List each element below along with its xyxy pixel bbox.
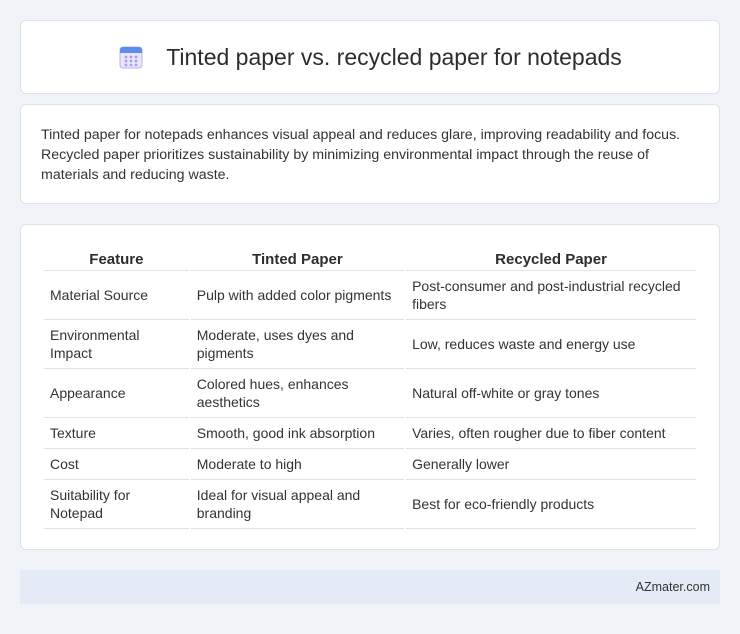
table-row: Environmental Impact Moderate, uses dyes… [44, 320, 696, 369]
cell-tinted: Ideal for visual appeal and branding [190, 480, 405, 529]
header-recycled-paper: Recycled Paper [406, 245, 696, 271]
footer: AZmater.com [20, 570, 720, 604]
cell-recycled: Best for eco-friendly products [406, 480, 696, 529]
header-feature: Feature [44, 245, 189, 271]
cell-feature: Appearance [44, 369, 189, 418]
table-row: Texture Smooth, good ink absorption Vari… [44, 418, 696, 449]
title-card: Tinted paper vs. recycled paper for note… [20, 20, 720, 94]
intro-card: Tinted paper for notepads enhances visua… [20, 104, 720, 204]
page-title: Tinted paper vs. recycled paper for note… [166, 43, 622, 70]
table-row: Cost Moderate to high Generally lower [44, 449, 696, 480]
cell-feature: Texture [44, 418, 189, 449]
cell-feature: Suitability for Notepad [44, 480, 189, 529]
cell-tinted: Smooth, good ink absorption [190, 418, 405, 449]
cell-recycled: Varies, often rougher due to fiber conte… [406, 418, 696, 449]
calendar-icon [118, 44, 144, 70]
cell-recycled: Low, reduces waste and energy use [406, 320, 696, 369]
table-row: Material Source Pulp with added color pi… [44, 271, 696, 320]
header-tinted-paper: Tinted Paper [190, 245, 405, 271]
table-header-row: Feature Tinted Paper Recycled Paper [44, 245, 696, 271]
table-row: Suitability for Notepad Ideal for visual… [44, 480, 696, 529]
cell-recycled: Natural off-white or gray tones [406, 369, 696, 418]
comparison-table-card: Feature Tinted Paper Recycled Paper Mate… [20, 224, 720, 550]
comparison-table: Feature Tinted Paper Recycled Paper Mate… [42, 245, 698, 529]
cell-feature: Material Source [44, 271, 189, 320]
cell-tinted: Moderate to high [190, 449, 405, 480]
cell-recycled: Generally lower [406, 449, 696, 480]
cell-feature: Cost [44, 449, 189, 480]
cell-tinted: Colored hues, enhances aesthetics [190, 369, 405, 418]
intro-text: Tinted paper for notepads enhances visua… [41, 127, 681, 183]
cell-tinted: Moderate, uses dyes and pigments [190, 320, 405, 369]
cell-recycled: Post-consumer and post-industrial recycl… [406, 271, 696, 320]
table-row: Appearance Colored hues, enhances aesthe… [44, 369, 696, 418]
cell-feature: Environmental Impact [44, 320, 189, 369]
footer-brand: AZmater.com [635, 580, 710, 594]
cell-tinted: Pulp with added color pigments [190, 271, 405, 320]
